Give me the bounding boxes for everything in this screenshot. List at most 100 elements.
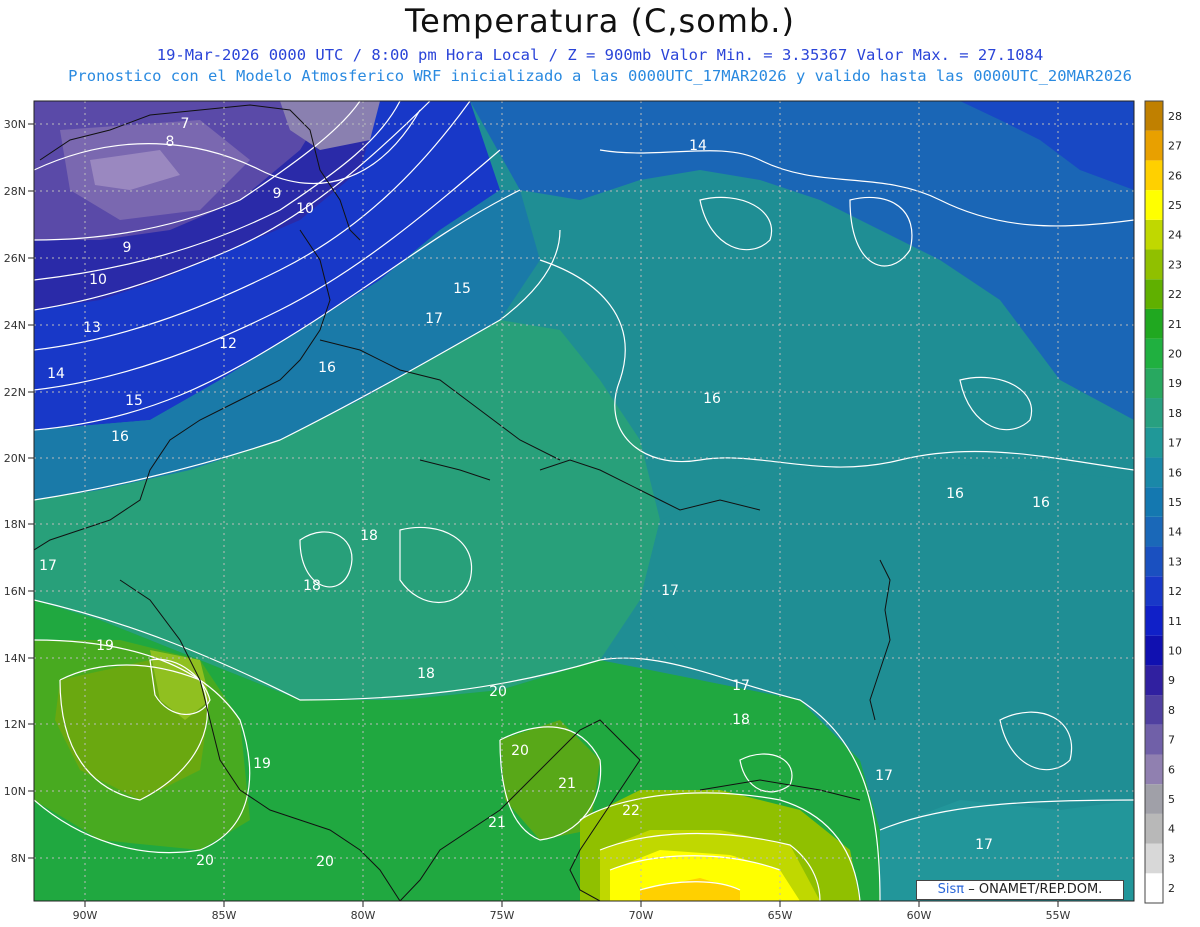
- lat-label: 20N: [4, 452, 26, 465]
- colorbar-swatch: [1145, 724, 1163, 755]
- lon-label: 65W: [768, 909, 793, 922]
- lat-label: 14N: [4, 652, 26, 665]
- colorbar-swatch: [1145, 338, 1163, 369]
- contour-label: 16: [111, 429, 129, 445]
- colorbar-swatch: [1145, 219, 1163, 250]
- contour-label: 20: [489, 684, 507, 700]
- contour-label: 16: [318, 360, 336, 376]
- colorbar-label: 17: [1168, 437, 1182, 450]
- colorbar-label: 14: [1168, 526, 1182, 539]
- colorbar-label: 3: [1168, 852, 1175, 865]
- contour-label: 15: [125, 393, 143, 409]
- colorbar-label: 10: [1168, 645, 1182, 658]
- colorbar-label: 24: [1168, 229, 1182, 242]
- colorbar-label: 28: [1168, 110, 1182, 123]
- map-title: Temperatura (C,somb.): [405, 2, 795, 40]
- colorbar-label: 23: [1168, 258, 1182, 271]
- lat-label: 26N: [4, 252, 26, 265]
- contour-label: 20: [316, 854, 334, 870]
- credit-box: Sisπ – ONAMET/REP.DOM.: [916, 880, 1124, 900]
- lon-label: 90W: [73, 909, 98, 922]
- contour-label: 22: [622, 803, 640, 819]
- contour-label: 21: [558, 776, 576, 792]
- colorbar-swatch: [1145, 665, 1163, 696]
- colorbar-swatch: [1145, 784, 1163, 814]
- contour-label: 18: [417, 666, 435, 682]
- lat-label: 28N: [4, 185, 26, 198]
- lon-label: 85W: [212, 909, 237, 922]
- colorbar-label: 16: [1168, 466, 1182, 479]
- lat-label: 30N: [4, 118, 26, 131]
- colorbar-label: 11: [1168, 615, 1182, 628]
- colorbar-label: 21: [1168, 318, 1182, 331]
- colorbar-label: 2: [1168, 882, 1175, 895]
- lat-label: 18N: [4, 518, 26, 531]
- colorbar-swatch: [1145, 101, 1163, 131]
- contour-label: 7: [181, 116, 190, 132]
- colorbar-label: 4: [1168, 823, 1175, 836]
- colorbar-label: 27: [1168, 140, 1182, 153]
- colorbar-label: 7: [1168, 734, 1175, 747]
- contour-label: 17: [39, 558, 57, 574]
- colorbar-swatch: [1145, 427, 1163, 458]
- contour-label: 13: [83, 320, 101, 336]
- colorbar-label: 22: [1168, 288, 1182, 301]
- colorbar-label: 20: [1168, 347, 1182, 360]
- colorbar-swatch: [1145, 605, 1163, 636]
- map-figure: 78910910131214151616151714161616181718 17…: [4, 100, 1182, 922]
- lat-label: 8N: [11, 852, 26, 865]
- contour-label: 18: [360, 528, 378, 544]
- colorbar-swatch: [1145, 843, 1163, 874]
- contour-label: 12: [219, 336, 237, 352]
- colorbar-swatch: [1145, 487, 1163, 517]
- colorbar-swatch: [1145, 576, 1163, 606]
- contour-label: 19: [96, 638, 114, 654]
- colorbar-swatch: [1145, 516, 1163, 547]
- contour-label: 20: [196, 853, 214, 869]
- colorbar-label: 5: [1168, 793, 1175, 806]
- contour-label: 10: [296, 201, 314, 217]
- contour-label: 17: [425, 311, 443, 327]
- contour-label: 20: [511, 743, 529, 759]
- colorbar-swatch: [1145, 130, 1163, 161]
- colorbar-label: 6: [1168, 763, 1175, 776]
- colorbar-label: 19: [1168, 377, 1182, 390]
- lon-label: 70W: [629, 909, 654, 922]
- contour-label: 9: [123, 240, 132, 256]
- colorbar-swatch: [1145, 398, 1163, 428]
- latitude-labels: 30N 28N 26N 24N 22N 20N 18N 16N 14N 12N …: [4, 118, 26, 865]
- colorbar-label: 26: [1168, 169, 1182, 182]
- credit-brand: Sisπ: [937, 882, 965, 897]
- contour-label: 9: [273, 186, 282, 202]
- contour-label: 16: [946, 486, 964, 502]
- colorbar-label: 18: [1168, 407, 1182, 420]
- colorbar-swatch: [1145, 368, 1163, 399]
- colorbar: 2345678910111213141516171819202122232425…: [1144, 100, 1182, 904]
- contour-label: 18: [303, 578, 321, 594]
- contour-label: 15: [453, 281, 471, 297]
- lon-label: 80W: [351, 909, 376, 922]
- credit-text: – ONAMET/REP.DOM.: [968, 882, 1103, 897]
- contour-label: 14: [689, 138, 707, 154]
- colorbar-swatch: [1145, 190, 1163, 220]
- contour-label: 17: [661, 583, 679, 599]
- contour-label: 16: [1032, 495, 1050, 511]
- colorbar-swatch: [1145, 754, 1163, 785]
- contour-label: 16: [703, 391, 721, 407]
- colorbar-swatch: [1145, 635, 1163, 666]
- contour-label: 17: [975, 837, 993, 853]
- contour-label: 17: [732, 678, 750, 694]
- colorbar-label: 13: [1168, 555, 1182, 568]
- contour-label: 17: [875, 768, 893, 784]
- contour-label: 8: [166, 134, 175, 150]
- contour-label: 19: [253, 756, 271, 772]
- colorbar-swatch: [1145, 695, 1163, 725]
- colorbar-swatch: [1145, 308, 1163, 339]
- contour-label: 14: [47, 366, 65, 382]
- contour-label: 18: [732, 712, 750, 728]
- colorbar-swatch: [1145, 873, 1163, 903]
- lat-label: 16N: [4, 585, 26, 598]
- colorbar-swatch: [1145, 279, 1163, 309]
- contour-label: 10: [89, 272, 107, 288]
- lon-label: 75W: [490, 909, 515, 922]
